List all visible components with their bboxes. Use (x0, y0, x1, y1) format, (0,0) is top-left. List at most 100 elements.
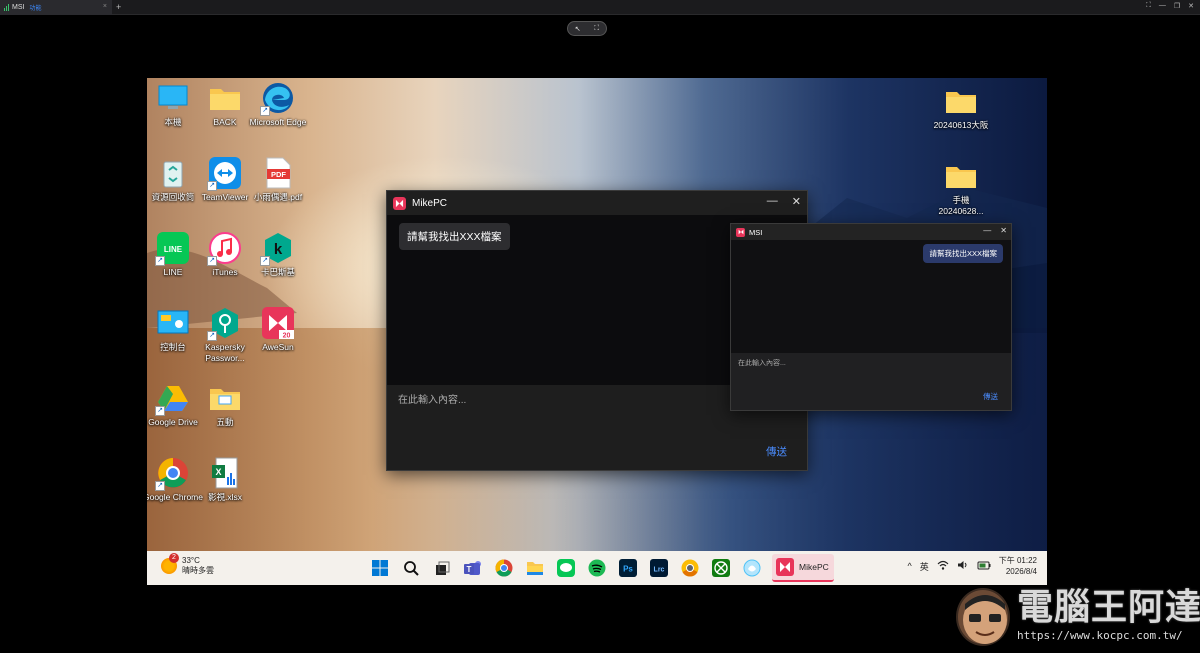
restore-icon[interactable]: ❐ (1174, 2, 1180, 10)
tab-close-icon[interactable]: × (103, 3, 107, 10)
watermark-brand: 電腦王阿達 (1017, 587, 1200, 628)
window-title: MSI (749, 227, 763, 237)
remote-desktop: 本機 資源回收筒 LINE ↗ LINE 控制台 ↗ Google Drive ↗… (147, 78, 1047, 585)
chat-area: 請幫我找出XXX檔案 (731, 240, 1011, 355)
system-clock[interactable]: 下午 01:22 2026/8/4 (999, 555, 1037, 577)
control-panel-icon (156, 306, 190, 340)
folder-icon (208, 381, 242, 415)
start-icon[interactable] (369, 557, 391, 579)
teamviewer-icon: ↗ (207, 156, 242, 191)
spotify-icon[interactable] (586, 557, 608, 579)
pointer-icon[interactable]: ↖ (575, 25, 581, 33)
mikepc-titlebar[interactable]: MikePC — ✕ (387, 191, 807, 215)
pdf-file-icon: PDF (261, 156, 295, 190)
desktop-icon-itunes[interactable]: ↗ iTunes (196, 231, 254, 278)
send-button[interactable]: 傳送 (983, 391, 998, 402)
message-input[interactable]: 在此輸入內容... (738, 358, 786, 368)
folder-icon (944, 84, 978, 118)
shortcut-arrow-icon: ↗ (207, 181, 217, 191)
line-icon[interactable] (555, 557, 577, 579)
clock-time: 下午 01:22 (998, 556, 1037, 565)
desktop-icon-awesun[interactable]: 20 AweSun (249, 306, 307, 353)
xbox-icon[interactable] (710, 557, 732, 579)
desktop-icon-pdf-file[interactable]: PDF 小雨偶遇.pdf (249, 156, 307, 203)
awesun-logo-icon (393, 196, 406, 210)
shortcut-arrow-icon: ↗ (155, 406, 165, 416)
notification-badge: 2 (169, 553, 179, 563)
ime-indicator[interactable]: 英 (920, 560, 929, 573)
msi-titlebar[interactable]: MSI — ✕ (731, 224, 1011, 240)
task-view-icon[interactable] (431, 557, 453, 579)
google-drive-icon: ↗ (155, 381, 190, 416)
wifi-icon[interactable] (937, 560, 949, 572)
awesun-icon: 20 (261, 306, 295, 340)
desktop-icon-osaka-folder[interactable]: 20240613大阪 (932, 84, 990, 131)
viewer-tab[interactable]: MSI 功能 × (0, 0, 112, 15)
system-tray: ^ 英 下午 01:22 2026/8/4 (908, 555, 1038, 577)
taskbar-apps: T Ps Lrc MikePC (369, 554, 834, 582)
monitor-icon (156, 81, 190, 115)
chrome-icon[interactable] (493, 557, 515, 579)
folder-icon (944, 159, 978, 193)
weather-temp: 33°C (182, 556, 200, 565)
message-input-area[interactable]: 在此輸入內容... 傳送 (731, 353, 1011, 410)
desktop-icon-phone-folder[interactable]: 手機 20240628... (932, 159, 990, 216)
send-button[interactable]: 傳送 (766, 444, 787, 459)
excel-file-icon: X (208, 456, 242, 490)
chrome-icon: ↗ (155, 456, 190, 491)
svg-text:T: T (467, 565, 472, 574)
remote-icon[interactable] (741, 557, 763, 579)
desktop-icon-kaspersky[interactable]: k ↗ 卡巴斯基 (249, 231, 307, 278)
folder-icon (208, 81, 242, 115)
close-button[interactable]: ✕ (792, 195, 801, 208)
tab-title: MSI (12, 4, 25, 11)
desktop-icon-teamviewer[interactable]: ↗ TeamViewer (196, 156, 254, 203)
taskbar: 2 33°C 晴時多雲 T Ps Lrc MikePC ^ 英 下午 01:22 (147, 551, 1047, 585)
weather-widget[interactable]: 2 33°C 晴時多雲 (161, 553, 214, 576)
msi-window: MSI — ✕ 請幫我找出XXX檔案 在此輸入內容... 傳送 (730, 223, 1012, 411)
minimize-icon[interactable]: — (1159, 2, 1166, 10)
watermark-url: https://www.kocpc.com.tw/ (1017, 629, 1183, 642)
awesun-logo-icon (736, 227, 745, 237)
site-watermark: 電腦王阿達 https://www.kocpc.com.tw/ (953, 582, 1200, 652)
svg-text:Ps: Ps (623, 565, 633, 574)
minimize-button[interactable]: — (767, 195, 778, 208)
chrome-canary-icon[interactable] (679, 557, 701, 579)
battery-icon[interactable] (977, 560, 991, 572)
fullscreen-icon[interactable]: ⛶ (1146, 2, 1151, 10)
volume-icon[interactable] (957, 560, 969, 572)
photoshop-icon[interactable]: Ps (617, 557, 639, 579)
shortcut-arrow-icon: ↗ (207, 331, 217, 341)
lightroom-icon[interactable]: Lrc (648, 557, 670, 579)
file-explorer-icon[interactable] (524, 557, 546, 579)
recycle-bin-icon (156, 156, 190, 190)
desktop-icon-microsoft-edge[interactable]: ↗ Microsoft Edge (249, 81, 307, 128)
svg-text:PDF: PDF (271, 170, 286, 179)
tray-chevron-icon[interactable]: ^ (908, 561, 912, 571)
shortcut-arrow-icon: ↗ (155, 256, 165, 266)
desktop-icon-wudong-folder[interactable]: 五動 (196, 381, 254, 428)
close-icon[interactable]: ✕ (1188, 2, 1194, 10)
message-input[interactable]: 在此輸入內容... (398, 391, 466, 406)
weather-desc: 晴時多雲 (182, 566, 214, 575)
svg-text:LINE: LINE (164, 245, 183, 254)
clock-date: 2026/8/4 (1005, 567, 1037, 576)
search-icon[interactable] (400, 557, 422, 579)
mascot-face-icon (956, 588, 1010, 646)
shortcut-arrow-icon: ↗ (155, 481, 165, 491)
new-tab-button[interactable]: + (116, 2, 121, 12)
desktop-icon-back-folder[interactable]: BACK (196, 81, 254, 128)
svg-text:Lrc: Lrc (654, 567, 665, 574)
signal-icon (4, 4, 9, 11)
tab-subtitle[interactable]: 功能 (29, 3, 41, 12)
taskbar-mikepc[interactable]: MikePC (772, 554, 834, 582)
teams-icon[interactable]: T (462, 557, 484, 579)
itunes-icon: ↗ (207, 231, 242, 266)
close-button[interactable]: ✕ (1000, 226, 1007, 235)
desktop-icon-kaspersky-password[interactable]: ↗ Kaspersky Passwor... (196, 306, 254, 363)
weather-sun-icon: 2 (161, 553, 179, 574)
expand-icon[interactable]: ⛶ (594, 25, 599, 33)
viewer-topbar: MSI 功能 × + ⛶ — ❐ ✕ (0, 0, 1200, 15)
minimize-button[interactable]: — (983, 226, 991, 235)
desktop-icon-xlsx-file[interactable]: X 影視.xlsx (196, 456, 254, 503)
